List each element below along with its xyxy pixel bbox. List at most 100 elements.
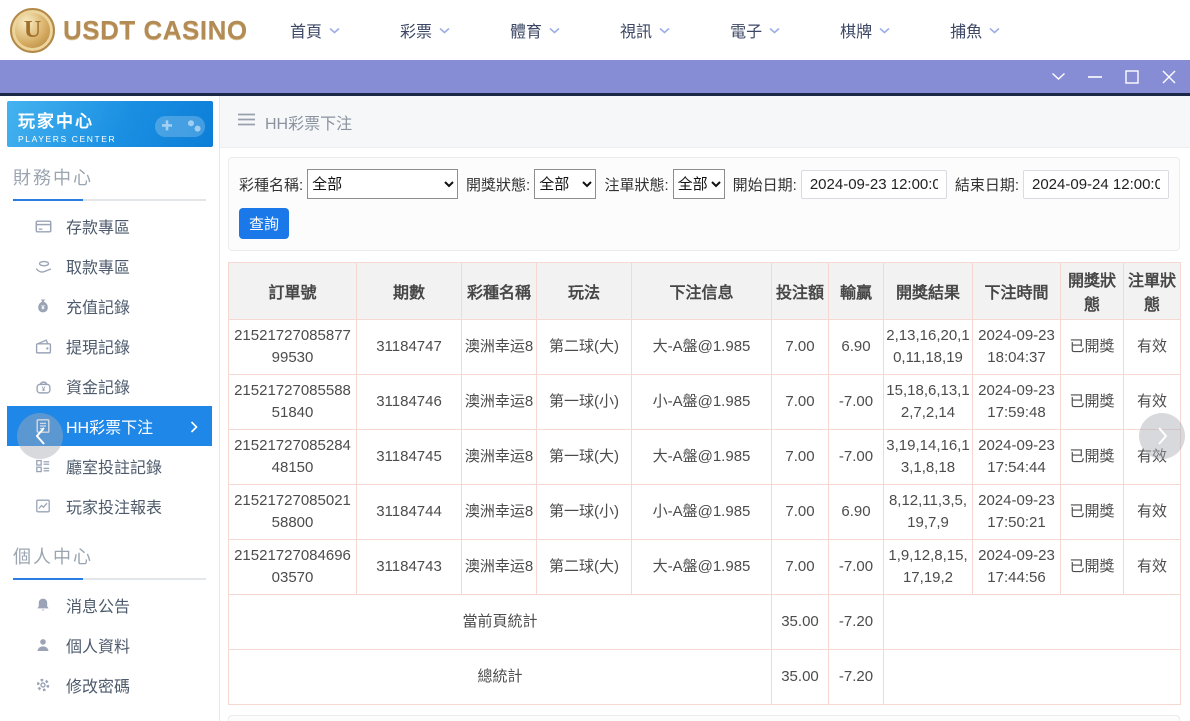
chevron-down-icon <box>329 21 340 39</box>
usdt-coin-icon: U <box>10 8 55 53</box>
column-header: 訂單號 <box>229 263 357 320</box>
window-minimize-icon[interactable] <box>1086 68 1104 86</box>
table-cell: 澳洲幸运8 <box>462 485 537 540</box>
logo: U USDT CASINO <box>0 8 232 53</box>
table-cell: 31184745 <box>357 430 462 485</box>
table-row: 215217270846960357031184743澳洲幸运8第二球(大)大-… <box>229 540 1181 595</box>
sidebar-item-deposit-area[interactable]: 存款專區 <box>7 206 212 246</box>
column-header: 下注時間 <box>973 263 1061 320</box>
sidebar-item-profile[interactable]: 個人資料 <box>7 625 212 665</box>
column-header: 輸贏 <box>829 263 884 320</box>
summary-empty <box>884 595 1181 650</box>
table-cell: 澳洲幸运8 <box>462 540 537 595</box>
chevron-down-icon <box>439 21 450 39</box>
filter-bar: 彩種名稱: 全部 開獎狀態: 全部 注單狀態: 全部 開始日期: <box>228 157 1180 251</box>
lottery-name-select[interactable]: 全部 <box>307 169 458 199</box>
table-cell: 7.00 <box>772 430 829 485</box>
column-header: 開獎狀態 <box>1061 263 1124 320</box>
table-header-row: 訂單號期數彩種名稱玩法下注信息投注額輸贏開獎結果下注時間開獎狀態注單狀態 <box>229 263 1181 320</box>
draw-status-select[interactable]: 全部 <box>534 169 596 199</box>
bell-icon <box>35 597 53 614</box>
sidebar-item-player-bet-report[interactable]: 玩家投注報表 <box>7 486 212 526</box>
window-close-icon[interactable] <box>1160 68 1178 86</box>
sidebar-item-messages[interactable]: 消息公告 <box>7 585 212 625</box>
table-cell: 大-A盤@1.985 <box>632 540 772 595</box>
table-footer: 每頁顯示20條 共5条 首页 上一页 [1] 下一页 第 页 跳转 <box>228 715 1180 721</box>
sidebar-item-label: 個人資料 <box>66 633 130 657</box>
withdraw-hand-icon <box>35 258 53 275</box>
nav-item-slots[interactable]: 電子 <box>730 18 780 42</box>
column-header: 開獎結果 <box>884 263 973 320</box>
nav-item-sports[interactable]: 體育 <box>510 18 560 42</box>
nav-item-label: 捕魚 <box>950 18 982 42</box>
sidebar-item-cashout-records[interactable]: 提現記錄 <box>7 326 212 366</box>
end-date-input[interactable] <box>1023 170 1169 199</box>
column-header: 投注額 <box>772 263 829 320</box>
sidebar-collapse-button[interactable] <box>17 413 63 459</box>
table-cell: 6.90 <box>829 485 884 540</box>
table-cell: 31184747 <box>357 320 462 375</box>
table-cell: 31184744 <box>357 485 462 540</box>
table-cell: 2152172708558851840 <box>229 375 357 430</box>
start-date-label: 開始日期: <box>733 174 797 195</box>
sidebar-item-change-password[interactable]: 修改密碼 <box>7 665 212 705</box>
room-records-icon <box>35 458 53 475</box>
table-cell: 有效 <box>1124 320 1181 375</box>
window-title-bar <box>0 60 1190 96</box>
table-cell: 15,18,6,13,12,7,2,14 <box>884 375 973 430</box>
table-cell: 已開獎 <box>1061 540 1124 595</box>
lottery-name-label: 彩種名稱: <box>239 174 303 195</box>
table-cell: 7.00 <box>772 540 829 595</box>
funds-purse-icon: ¥ <box>35 378 53 395</box>
gamepad-icon <box>153 106 207 147</box>
table-cell: 已開獎 <box>1061 485 1124 540</box>
nav-item-label: 電子 <box>730 18 762 42</box>
sidebar-item-withdraw-area[interactable]: 取款專區 <box>7 246 212 286</box>
column-header: 下注信息 <box>632 263 772 320</box>
table-row: 215217270858779953031184747澳洲幸运8第二球(大)大-… <box>229 320 1181 375</box>
bet-report-icon <box>35 498 53 515</box>
table-row: 215217270855885184031184746澳洲幸运8第一球(小)小-… <box>229 375 1181 430</box>
sidebar-item-recharge-records[interactable]: ¥充值記錄 <box>7 286 212 326</box>
search-button[interactable]: 查詢 <box>239 208 289 239</box>
nav-item-live-video[interactable]: 視訊 <box>620 18 670 42</box>
order-status-select[interactable]: 全部 <box>673 169 725 199</box>
column-header: 玩法 <box>537 263 632 320</box>
svg-text:¥: ¥ <box>42 385 46 392</box>
summary-row: 當前頁統計35.00-7.20 <box>229 595 1181 650</box>
table-cell: 大-A盤@1.985 <box>632 320 772 375</box>
column-header: 彩種名稱 <box>462 263 537 320</box>
players-center-header: 玩家中心 PLAYERS CENTER <box>7 101 213 147</box>
table-cell: 6.90 <box>829 320 884 375</box>
hamburger-menu-icon[interactable] <box>238 113 255 131</box>
table-cell: 澳洲幸运8 <box>462 375 537 430</box>
sidebar-item-label: 提現記錄 <box>66 334 130 358</box>
nav-item-home[interactable]: 首頁 <box>290 18 340 42</box>
page-title: HH彩票下注 <box>265 110 352 134</box>
table-cell: 有效 <box>1124 485 1181 540</box>
logo-text: USDT CASINO <box>63 15 248 46</box>
nav-item-fishing[interactable]: 捕魚 <box>950 18 1000 42</box>
table-cell: 第一球(小) <box>537 375 632 430</box>
window-chevron-down-icon[interactable] <box>1049 68 1067 86</box>
table-cell: -7.00 <box>829 540 884 595</box>
table-cell: 2,13,16,20,10,11,18,19 <box>884 320 973 375</box>
table-cell: 2024-09-23 17:59:48 <box>973 375 1061 430</box>
nav-item-card-games[interactable]: 棋牌 <box>840 18 890 42</box>
table-cell: 有效 <box>1124 540 1181 595</box>
order-status-label: 注單狀態: <box>604 174 668 195</box>
chevron-down-icon <box>549 21 560 39</box>
table-cell: 第二球(大) <box>537 320 632 375</box>
table-cell: 1,9,12,8,15,17,19,2 <box>884 540 973 595</box>
summary-empty <box>884 650 1181 705</box>
table-cell: 已開獎 <box>1061 375 1124 430</box>
table-cell: 2024-09-23 17:50:21 <box>973 485 1061 540</box>
table-cell: 7.00 <box>772 320 829 375</box>
panel-scroll-right-button[interactable] <box>1139 413 1185 459</box>
start-date-input[interactable] <box>801 170 947 199</box>
nav-item-lottery[interactable]: 彩票 <box>400 18 450 42</box>
sidebar-item-funds-records[interactable]: ¥資金記錄 <box>7 366 212 406</box>
sidebar-item-label: 消息公告 <box>66 593 130 617</box>
summary-label: 總統計 <box>229 650 772 705</box>
window-maximize-icon[interactable] <box>1123 68 1141 86</box>
